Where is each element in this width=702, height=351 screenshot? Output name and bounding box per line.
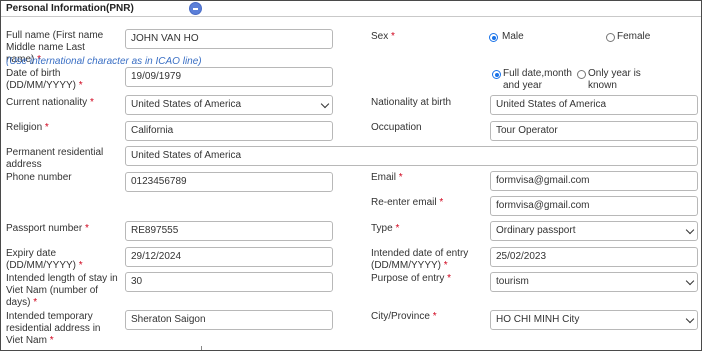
nationality-birth-label: Nationality at birth (371, 97, 452, 108)
full-name-input[interactable]: JOHN VAN HO (125, 29, 333, 49)
temp-address-input[interactable]: Sheraton Saigon (125, 310, 333, 330)
reenter-email-input[interactable]: formvisa@gmail.com (490, 196, 698, 216)
temp-address-label: Intended temporary residential address i… (6, 311, 101, 346)
personal-info-panel: Personal Information(PNR) Full name (Fir… (0, 0, 702, 351)
sex-male-label: Male (502, 31, 524, 42)
city-label: City/Province * (371, 311, 437, 322)
phone-label: Phone number (6, 172, 72, 183)
dob-year-only-label: Only year is known (588, 68, 641, 91)
nationality-birth-input[interactable]: United States of America (490, 95, 698, 115)
sex-female-radio[interactable] (606, 33, 615, 42)
email-input[interactable]: formvisa@gmail.com (490, 171, 698, 191)
address-label: Permanent residential address (6, 147, 104, 170)
sex-female-label: Female (617, 31, 651, 42)
nationality-label: Current nationality * (6, 97, 94, 108)
dob-input[interactable]: 19/09/1979 (125, 67, 333, 87)
reenter-email-label: Re-enter email * (371, 197, 444, 208)
religion-input[interactable]: California (125, 121, 333, 141)
expiry-label: Expiry date (DD/MM/YYYY) * (6, 248, 83, 271)
divider-tick (201, 346, 202, 350)
passport-label: Passport number * (6, 223, 89, 234)
collapse-icon[interactable] (189, 2, 202, 15)
occupation-input[interactable]: Tour Operator (490, 121, 698, 141)
chevron-down-icon (685, 225, 695, 235)
sex-male-radio[interactable] (489, 33, 498, 42)
entry-date-input[interactable]: 25/02/2023 (490, 247, 698, 267)
dob-full-date-radio[interactable] (492, 70, 501, 79)
address-input[interactable]: United States of America (125, 146, 698, 166)
chevron-down-icon (685, 314, 695, 324)
purpose-label: Purpose of entry * (371, 273, 452, 284)
religion-label: Religion * (6, 122, 49, 133)
expiry-input[interactable]: 29/12/2024 (125, 247, 333, 267)
passport-input[interactable]: RE897555 (125, 221, 333, 241)
stay-length-label: Intended length of stay in Viet Nam (num… (6, 273, 118, 308)
chevron-down-icon (320, 99, 330, 109)
section-header: Personal Information(PNR) (1, 1, 701, 17)
entry-date-label: Intended date of entry (DD/MM/YYYY) * (371, 248, 469, 271)
passport-type-label: Type * (371, 223, 400, 234)
occupation-label: Occupation (371, 122, 422, 133)
dob-year-only-radio[interactable] (577, 70, 586, 79)
section-title: Personal Information(PNR) (6, 3, 134, 14)
stay-length-input[interactable]: 30 (125, 272, 333, 292)
city-select[interactable]: HO CHI MINH City (490, 310, 698, 330)
dob-label: Date of birth (DD/MM/YYYY) * (6, 68, 83, 91)
dob-full-date-label: Full date,month and year (503, 68, 572, 91)
chevron-down-icon (685, 276, 695, 286)
passport-type-select[interactable]: Ordinary passport (490, 221, 698, 241)
phone-input[interactable]: 0123456789 (125, 172, 333, 192)
email-label: Email * (371, 172, 403, 183)
nationality-select[interactable]: United States of America (125, 95, 333, 115)
sex-label: Sex * (371, 31, 395, 42)
purpose-select[interactable]: tourism (490, 272, 698, 292)
